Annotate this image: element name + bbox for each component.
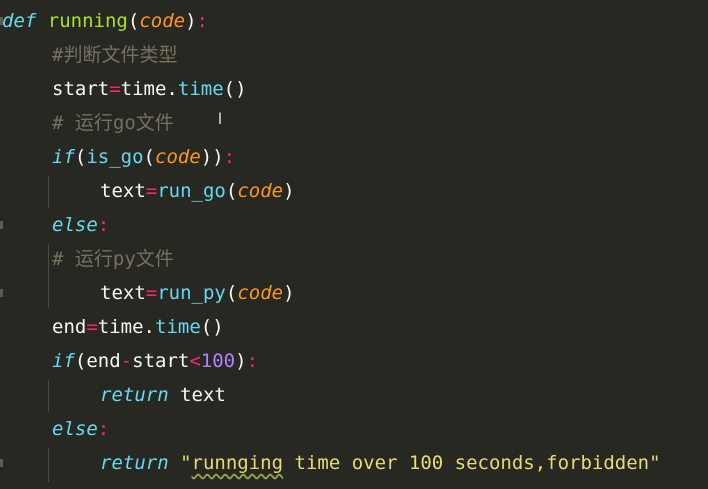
code-line[interactable]: return text [100, 378, 226, 412]
code-line[interactable]: end=time.time() [52, 310, 224, 344]
code-token: ( [143, 146, 155, 168]
indent-guide [48, 380, 49, 412]
code-token: return [100, 452, 169, 474]
code-token: #判断文件类型 [52, 44, 178, 66]
code-line[interactable]: def running(code): [2, 4, 208, 38]
code-token: def [2, 10, 37, 32]
fold-marker[interactable] [0, 221, 3, 229]
code-token: text [100, 180, 146, 202]
code-token: : [246, 350, 259, 372]
code-token: text [168, 384, 226, 406]
code-line[interactable]: return "runnging time over 100 seconds,f… [100, 446, 661, 480]
code-token: time over 100 seconds,forbidden" [283, 452, 661, 474]
code-token: # 运行py文件 [52, 248, 174, 270]
code-token: time [97, 316, 144, 338]
code-token: = [145, 180, 158, 202]
code-token: start [132, 350, 190, 372]
code-token: = [145, 282, 158, 304]
code-token: ( [127, 10, 140, 32]
text-cursor-icon: I [217, 109, 223, 128]
code-token: is_go [86, 146, 144, 168]
code-token: < [189, 350, 201, 372]
code-token: ( [74, 350, 87, 372]
code-token: start [52, 78, 110, 100]
code-token: code [155, 146, 201, 168]
code-token: : [97, 214, 110, 236]
code-line[interactable]: else: [52, 208, 109, 242]
code-token: if [52, 350, 75, 372]
code-token: text [100, 282, 146, 304]
code-token: ) [283, 282, 295, 304]
fold-marker[interactable] [0, 289, 3, 297]
code-token: # 运行go文件 [52, 112, 174, 134]
code-token: end [52, 316, 87, 338]
code-line[interactable]: # 运行go文件 [52, 106, 174, 140]
code-line[interactable]: start=time.time() [52, 72, 247, 106]
code-token: ( [225, 282, 238, 304]
code-token: time [155, 316, 201, 338]
code-line[interactable]: else: [52, 412, 109, 446]
code-line[interactable]: #判断文件类型 [52, 38, 177, 72]
code-editor[interactable]: def running(code): #判断文件类型 start=time.ti… [0, 0, 708, 489]
code-line[interactable]: # 运行py文件 [52, 242, 174, 276]
code-token: ( [74, 146, 87, 168]
code-token: )) [200, 146, 224, 168]
code-token: return [100, 384, 169, 406]
code-token: runnging [191, 452, 284, 474]
code-token: () [200, 316, 224, 338]
code-token: run_py [157, 282, 226, 304]
code-token: time [177, 78, 224, 100]
code-token: = [109, 78, 121, 100]
code-token: code [237, 180, 284, 202]
code-token: time [120, 78, 167, 100]
code-line[interactable]: if(end-start<100): [52, 344, 258, 378]
indent-guide [48, 244, 49, 308]
indent-guide [48, 448, 49, 482]
code-token: ( [225, 180, 238, 202]
code-token: . [166, 78, 178, 100]
code-token: end [86, 350, 121, 372]
code-token: : [97, 418, 110, 440]
code-token: () [223, 78, 247, 100]
code-line[interactable]: text=run_py(code) [100, 276, 295, 310]
indent-guide [48, 176, 49, 208]
code-token: else [52, 418, 98, 440]
code-token: if [52, 146, 75, 168]
code-token: = [86, 316, 98, 338]
code-token: . [143, 316, 155, 338]
code-token: running [47, 10, 128, 32]
code-token: code [139, 10, 186, 32]
code-token: ) [185, 10, 197, 32]
code-token: code [237, 282, 284, 304]
code-token: 100 [200, 350, 236, 372]
code-token: - [120, 350, 133, 372]
code-token: : [223, 146, 236, 168]
code-line[interactable]: text=run_go(code) [100, 174, 295, 208]
code-token: : [196, 10, 208, 32]
code-token: else [52, 214, 98, 236]
code-token: " [180, 452, 192, 474]
code-token: ) [283, 180, 295, 202]
fold-marker[interactable] [0, 459, 3, 467]
code-line[interactable]: if(is_go(code)): [52, 140, 235, 174]
code-token: run_go [157, 180, 226, 202]
code-token: ) [235, 350, 247, 372]
